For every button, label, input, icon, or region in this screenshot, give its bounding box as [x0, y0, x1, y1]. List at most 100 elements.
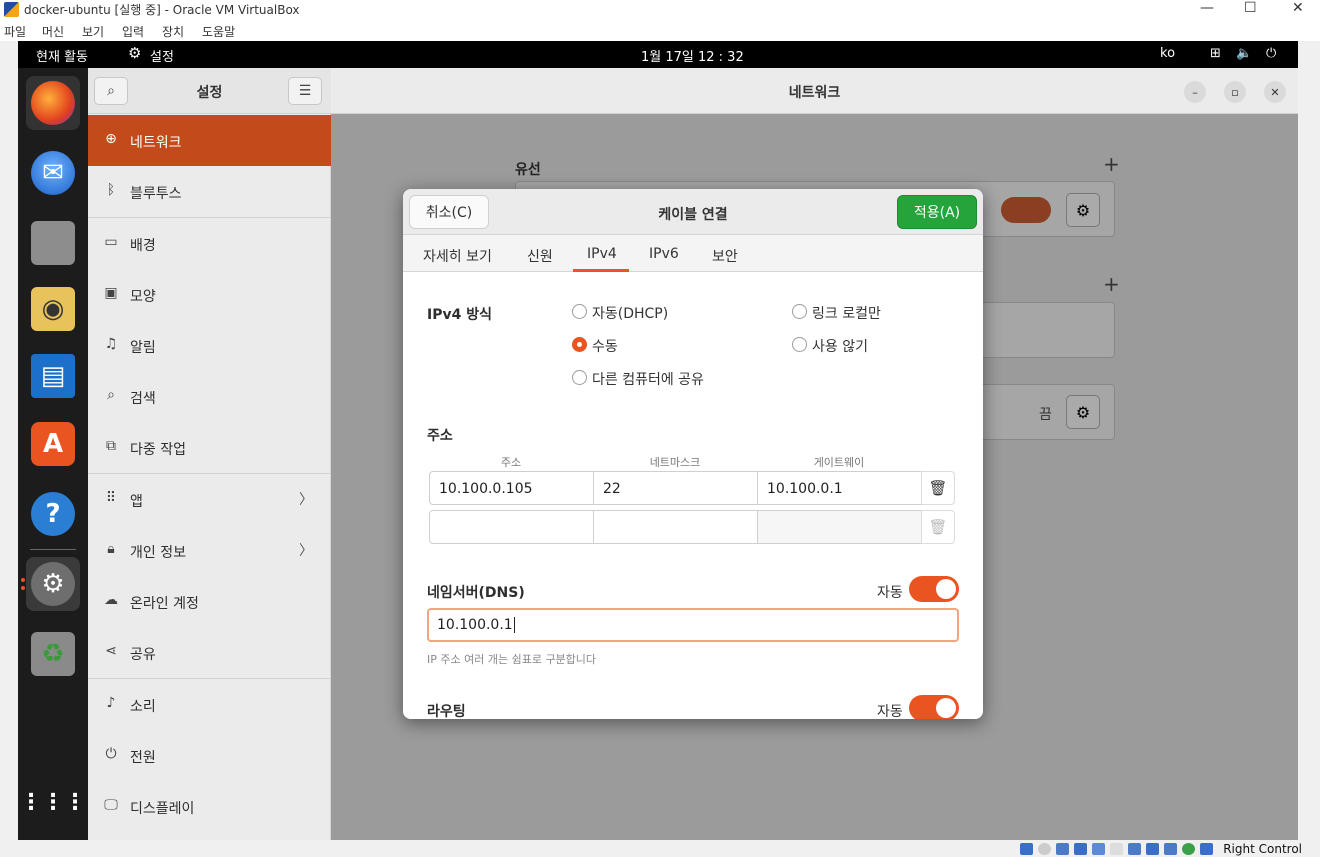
hamburger-icon: ☰ [298, 83, 312, 99]
sidebar-item-label: 검색 [130, 391, 156, 407]
apps-icon: ⠿ [105, 490, 117, 506]
power-icon[interactable]: ⏻ [1266, 46, 1276, 61]
sidebar-item-sound[interactable]: ♪ 소리 [88, 679, 331, 730]
menu-machine[interactable]: 머신 [42, 23, 64, 40]
dock-thunderbird[interactable]: ✉ [26, 146, 80, 200]
clock[interactable]: 1월 17일 12 : 32 [641, 46, 744, 65]
minimize-button[interactable]: — [1200, 0, 1214, 16]
gear-icon: ⚙ [128, 44, 142, 62]
app-center-icon: A [31, 422, 75, 466]
dock-help[interactable]: ? [26, 487, 80, 541]
sidebar-item-display[interactable]: 🖵 디스플레이 [88, 781, 331, 832]
virtualization-icon[interactable] [1164, 843, 1177, 855]
dialog-header: 취소(C) 케이블 연결 적용(A) [403, 189, 983, 235]
sidebar-item-bluetooth[interactable]: ᛒ 블루투스 [88, 166, 331, 217]
help-icon: ? [31, 492, 75, 536]
dock-rhythmbox[interactable]: ◉ [26, 282, 80, 336]
dock-writer[interactable]: ▤ [26, 349, 80, 403]
hdd-icon[interactable] [1020, 843, 1033, 855]
delete-row-icon[interactable]: 🗑 [921, 471, 955, 505]
virtualbox-logo-icon [4, 2, 19, 17]
netmask-input[interactable] [593, 510, 758, 544]
gateway-input[interactable] [757, 510, 922, 544]
maximize-button[interactable]: ☐ [1244, 0, 1257, 16]
usb-icon[interactable] [1092, 843, 1105, 855]
wired-section-label: 유선 [515, 162, 541, 178]
address-input[interactable] [429, 510, 594, 544]
menu-devices[interactable]: 장치 [162, 23, 184, 40]
sidebar-item-online-accounts[interactable]: ☁ 온라인 계정 [88, 576, 331, 627]
guest-additions-icon[interactable] [1182, 843, 1195, 855]
routing-auto-toggle[interactable] [909, 695, 959, 719]
display-icon[interactable] [1128, 843, 1141, 855]
volume-icon[interactable]: 🔈 [1236, 46, 1252, 61]
dock-firefox[interactable] [26, 76, 80, 130]
radio-label: 링크 로컬만 [812, 306, 881, 322]
proxy-gear-icon[interactable]: ⚙ [1066, 395, 1100, 429]
close-icon[interactable]: ✕ [1264, 81, 1286, 103]
routing-auto-label: 자동 [877, 704, 903, 719]
input-language[interactable]: ko [1160, 46, 1175, 61]
sidebar-item-power[interactable]: ⏻ 전원 [88, 730, 331, 781]
tab-security[interactable]: 보안 [712, 246, 738, 266]
dock-files[interactable] [26, 216, 80, 270]
background-icon: ▭ [104, 234, 118, 250]
dns-input[interactable]: 10.100.0.1 [427, 608, 959, 642]
menu-view[interactable]: 보기 [82, 23, 104, 40]
sidebar-item-search[interactable]: ⌕ 검색 [88, 371, 331, 422]
sidebar-item-label: 알림 [130, 340, 156, 356]
sidebar-item-label: 배경 [130, 238, 156, 254]
menu-help[interactable]: 도움말 [202, 23, 235, 40]
sidebar-item-background[interactable]: ▭ 배경 [88, 218, 331, 269]
recording-icon[interactable] [1146, 843, 1159, 855]
sidebar-item-network[interactable]: ⊕ 네트워크 [88, 115, 331, 166]
add-wired-icon[interactable]: + [1103, 152, 1120, 176]
dock-separator [30, 549, 76, 550]
restore-icon[interactable]: ▫ [1224, 81, 1246, 103]
netmask-input[interactable]: 22 [593, 471, 758, 505]
mouse-integration-icon[interactable] [1200, 843, 1213, 855]
power-icon: ⏻ [105, 746, 117, 762]
dock-show-apps[interactable]: ⋮⋮⋮ [20, 775, 86, 829]
menu-input[interactable]: 입력 [122, 23, 144, 40]
dock-trash[interactable]: ♻ [26, 627, 80, 681]
menu-button[interactable]: ☰ [288, 77, 322, 105]
wired-gear-icon[interactable]: ⚙ [1066, 193, 1100, 227]
tab-ipv6[interactable]: IPv6 [649, 246, 679, 262]
network-adapter-icon[interactable] [1074, 843, 1087, 855]
audio-icon[interactable] [1056, 843, 1069, 855]
address-input[interactable]: 10.100.0.105 [429, 471, 594, 505]
add-vpn-icon[interactable]: + [1103, 272, 1120, 296]
wired-toggle[interactable] [1001, 197, 1051, 223]
sidebar-item-label: 네트워크 [130, 135, 182, 151]
apply-button[interactable]: 적용(A) [897, 195, 977, 229]
sidebar-item-notifications[interactable]: ♫ 알림 [88, 320, 331, 371]
gateway-input[interactable]: 10.100.0.1 [757, 471, 922, 505]
sidebar-item-appearance[interactable]: ▣ 모양 [88, 269, 331, 320]
shared-folders-icon[interactable] [1110, 843, 1123, 855]
sidebar-item-multitasking[interactable]: ⧉ 다중 작업 [88, 422, 331, 473]
sidebar-item-apps[interactable]: ⠿ 앱 〉 [88, 474, 331, 525]
tab-identity[interactable]: 신원 [527, 246, 553, 266]
close-button[interactable]: ✕ [1292, 0, 1304, 16]
dock-app-center[interactable]: A [26, 417, 80, 471]
dns-hint: IP 주소 여러 개는 쉼표로 구분합니다 [427, 653, 597, 666]
dns-auto-label: 자동 [877, 585, 903, 601]
running-indicator [21, 578, 25, 582]
minimize-icon[interactable]: – [1184, 81, 1206, 103]
sidebar-item-sharing[interactable]: ⋖ 공유 [88, 627, 331, 678]
optical-drive-icon[interactable] [1038, 843, 1051, 855]
dns-label: 네임서버(DNS) [427, 585, 525, 601]
activities-button[interactable]: 현재 활동 [36, 46, 88, 65]
dock-settings[interactable]: ⚙ [26, 557, 80, 611]
app-menu[interactable]: 설정 [150, 46, 174, 65]
appearance-icon: ▣ [104, 285, 118, 301]
sidebar-item-label: 앱 [130, 494, 143, 510]
dns-auto-toggle[interactable] [909, 576, 959, 602]
tab-ipv4[interactable]: IPv4 [587, 246, 617, 262]
search-icon: ⌕ [107, 387, 115, 403]
menu-file[interactable]: 파일 [4, 23, 26, 40]
sidebar-item-privacy[interactable]: 🔒︎ 개인 정보 〉 [88, 525, 331, 576]
tab-details[interactable]: 자세히 보기 [423, 246, 492, 266]
network-status-icon[interactable]: ⊞ [1210, 46, 1221, 61]
